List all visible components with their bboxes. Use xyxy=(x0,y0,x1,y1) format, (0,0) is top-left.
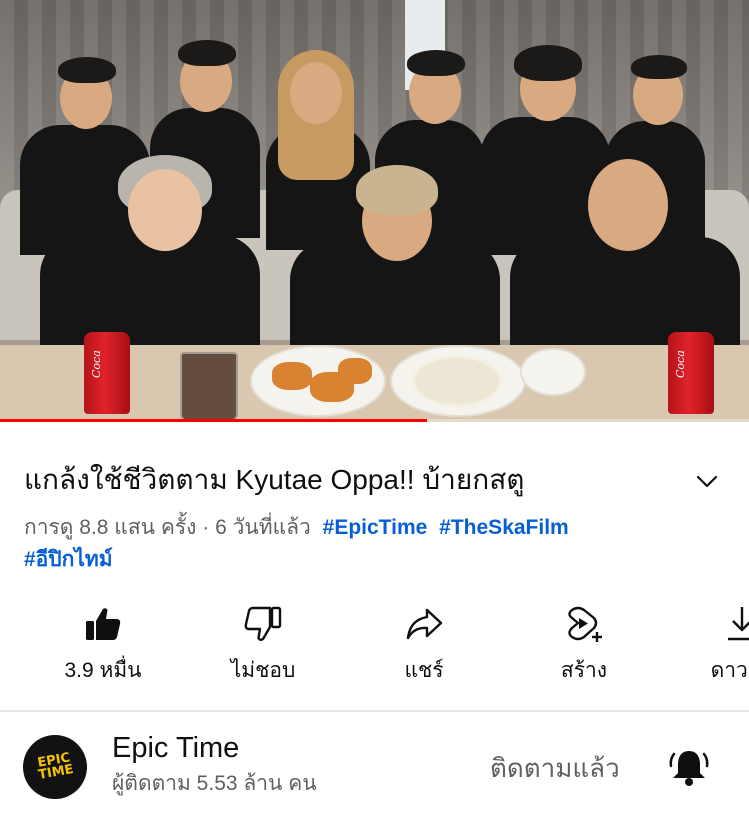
video-progress-bar[interactable] xyxy=(0,419,749,422)
dislike-label: ไม่ชอบ xyxy=(230,659,296,682)
video-food xyxy=(412,355,502,407)
download-button[interactable]: ดาวน์โ xyxy=(672,600,749,690)
upload-age: 6 วันที่แล้ว xyxy=(215,516,311,539)
video-player[interactable]: Coca Coca xyxy=(0,0,749,422)
channel-name[interactable]: Epic Time xyxy=(112,730,239,766)
title-row: แกล้งใช้ชีวิตตาม Kyutae Oppa!! บ้ายกสตู xyxy=(24,462,724,502)
like-count: 3.9 หมื่น xyxy=(64,659,142,682)
video-meta: การดู 8.8 แสน ครั้ง · 6 วันที่แล้ว #Epic… xyxy=(24,512,724,576)
channel-logo: EPIC TIME xyxy=(36,750,75,783)
thumbs-down-icon xyxy=(244,606,282,641)
view-count: การดู 8.8 แสน ครั้ง xyxy=(24,516,197,539)
thumbs-up-icon xyxy=(86,608,121,640)
video-title[interactable]: แกล้งใช้ชีวิตตาม Kyutae Oppa!! บ้ายกสตู xyxy=(24,462,524,498)
hashtag-link[interactable]: #TheSkaFilm xyxy=(439,516,569,539)
hashtag-link[interactable]: #EpicTime xyxy=(323,516,428,539)
create-remix-icon xyxy=(568,606,602,642)
expand-description-button[interactable] xyxy=(692,466,722,496)
download-icon xyxy=(728,607,749,641)
like-button[interactable]: 3.9 หมื่น xyxy=(33,600,173,690)
video-person xyxy=(290,165,500,355)
bell-icon xyxy=(669,751,709,786)
share-label: แชร์ xyxy=(404,659,444,682)
video-bowl xyxy=(520,348,586,396)
video-soda-can: Coca xyxy=(84,332,130,414)
share-button[interactable]: แชร์ xyxy=(354,600,494,690)
video-person xyxy=(40,155,260,355)
chevron-down-icon xyxy=(696,475,718,488)
create-button[interactable]: สร้าง xyxy=(514,600,654,690)
download-label: ดาวน์โ xyxy=(710,659,749,682)
channel-row[interactable]: EPIC TIME Epic Time ผู้ติดตาม 5.53 ล้าน … xyxy=(0,712,749,820)
video-progress-fill xyxy=(0,419,427,422)
channel-avatar[interactable]: EPIC TIME xyxy=(23,735,87,799)
meta-separator: · xyxy=(202,516,210,539)
notification-bell-button[interactable] xyxy=(668,746,710,788)
hashtag-link[interactable]: #อีปิกไทม์ xyxy=(24,548,113,571)
video-food xyxy=(338,358,372,384)
video-food xyxy=(272,362,312,390)
subscribed-button[interactable]: ติดตามแล้ว xyxy=(490,752,620,784)
subscriber-count: ผู้ติดตาม 5.53 ล้าน คน xyxy=(112,772,317,795)
video-person xyxy=(510,155,740,355)
dislike-button[interactable]: ไม่ชอบ xyxy=(193,600,333,690)
share-arrow-icon xyxy=(406,608,443,640)
video-glass xyxy=(180,352,238,422)
action-bar: 3.9 หมื่น ไม่ชอบ แชร์ สร้าง ดาวน์โ xyxy=(0,600,749,690)
create-label: สร้าง xyxy=(560,659,608,682)
video-soda-can: Coca xyxy=(668,332,714,414)
